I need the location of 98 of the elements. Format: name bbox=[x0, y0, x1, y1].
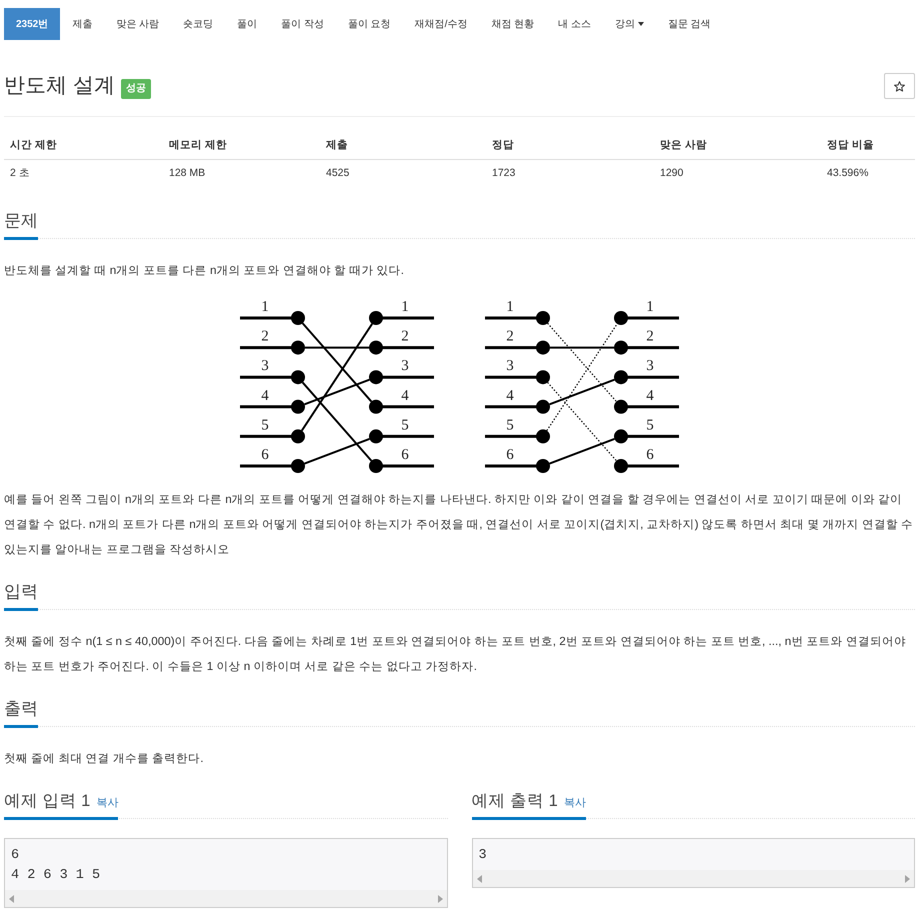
port-line bbox=[614, 459, 679, 473]
port-number: 5 bbox=[401, 417, 409, 434]
port-line bbox=[369, 429, 434, 444]
port-line bbox=[240, 340, 305, 355]
port-line bbox=[485, 340, 550, 355]
port-number: 1 bbox=[261, 299, 269, 315]
nav-tab[interactable]: 풀이 작성 bbox=[269, 8, 336, 40]
port-number: 2 bbox=[261, 328, 269, 345]
nav-tab[interactable]: 풀이 bbox=[225, 8, 270, 40]
port-line bbox=[240, 459, 305, 473]
port-line bbox=[614, 311, 679, 325]
scroll-right-icon[interactable] bbox=[438, 894, 442, 902]
problem-text: 첫째 줄에 최대 연결 개수를 출력한다. bbox=[4, 751, 204, 767]
port-number: 4 bbox=[506, 388, 514, 404]
table-header-cell: 메모리 제한 bbox=[163, 132, 320, 160]
copy-link[interactable]: 복사 bbox=[96, 795, 118, 810]
port-number: 1 bbox=[401, 299, 409, 315]
problem-text: 반도체를 설계할 때 n개의 포트를 다른 n개의 포트와 연결해야 할 때가 있다. bbox=[4, 263, 405, 279]
sample-heading: 예제 입력 1 bbox=[4, 791, 90, 812]
port-number: 3 bbox=[261, 358, 269, 374]
port-line bbox=[485, 429, 550, 444]
status-badge: 성공 bbox=[120, 79, 151, 99]
table-header-cell: 제출 bbox=[320, 132, 486, 160]
port-line bbox=[614, 400, 679, 414]
port-number: 1 bbox=[646, 299, 654, 315]
scroll-left-icon[interactable] bbox=[9, 894, 14, 902]
nav-tab[interactable]: 숏코딩 bbox=[171, 8, 226, 40]
problem-text: 예를 들어 왼쪽 그림이 n개의 포트와 다른 n개의 포트를 어떻게 연결해야 하는지를 나타낸다. 하지만 이와 같이 연결을 할 경우에는 연결선이 서로 꼬이기 때문에 이와 같이 연결할 수 없다. n개의 포트가 다른 n개의 포트와 어떻게 연결되어야 하는지가 주어졌을 때, 연결선이 서로 꼬이지(겹치지, 교차하지) 않도록 하면서 최대 몇 개까지 연결할 수 있는지를 알아내는 프로그램을 작성하시오 bbox=[4, 492, 914, 558]
port-number: 5 bbox=[506, 417, 514, 434]
port-line bbox=[240, 311, 305, 325]
port-line bbox=[614, 429, 679, 444]
table-cell: 4525 bbox=[320, 160, 486, 187]
port-line bbox=[240, 400, 305, 414]
nav-tab[interactable]: 풀이 요청 bbox=[336, 8, 403, 40]
wire-line bbox=[550, 346, 614, 349]
port-line bbox=[614, 370, 679, 384]
problem-text: 첫째 줄에 정수 n(1 ≤ n ≤ 40,000)이 주어진다. 다음 줄에는 차례로 1번 포트와 연결되어야 하는 포트 번호, 2번 포트와 연결되어야 하는 포트 번호, ..., n번 포트와 연결되어야 하는 포트 번호가 주어진다. 이 수들은 1 이상 n 이하이며 서로 같은 수는 없다고 가정하자. bbox=[4, 634, 907, 675]
table-header-cell: 시간 제한 bbox=[4, 132, 163, 160]
wire-line bbox=[549, 378, 615, 406]
table-cell: 128 MB bbox=[163, 160, 320, 187]
port-line bbox=[614, 340, 679, 355]
sample-heading: 예제 출력 1 bbox=[472, 791, 558, 812]
port-line bbox=[369, 311, 434, 325]
port-line bbox=[369, 400, 434, 414]
table-cell: 1723 bbox=[486, 160, 654, 187]
copy-link[interactable]: 복사 bbox=[564, 795, 586, 810]
wire-line bbox=[549, 438, 615, 464]
port-line bbox=[485, 400, 550, 414]
sample-data: 6 4 2 6 3 1 5 bbox=[10, 847, 102, 885]
section-heading: 출력 bbox=[4, 697, 38, 728]
port-number: 4 bbox=[401, 388, 409, 404]
port-line bbox=[485, 311, 550, 325]
table-cell: 2 초 bbox=[4, 160, 163, 187]
section-heading: 입력 bbox=[4, 580, 38, 611]
nav-tab[interactable]: 질문 검색 bbox=[656, 8, 723, 40]
port-line bbox=[485, 459, 550, 473]
table-cell: 1290 bbox=[654, 160, 821, 187]
nav-tab[interactable]: 재채점/수정 bbox=[402, 8, 480, 40]
horizontal-scrollbar[interactable] bbox=[5, 890, 446, 907]
table-header-cell: 맞은 사람 bbox=[654, 132, 821, 160]
star-button[interactable] bbox=[884, 73, 915, 99]
port-number: 5 bbox=[261, 417, 269, 434]
port-number: 6 bbox=[646, 447, 654, 463]
scroll-right-icon[interactable] bbox=[905, 874, 910, 882]
nav-tab[interactable]: 맞은 사람 bbox=[104, 8, 172, 40]
scroll-left-icon[interactable] bbox=[476, 874, 482, 882]
port-line bbox=[240, 370, 305, 384]
problem-title: 반도체 설계 bbox=[4, 73, 115, 99]
port-number: 3 bbox=[401, 358, 409, 374]
nav-tab[interactable]: 2352번 bbox=[4, 8, 60, 40]
port-number: 2 bbox=[401, 328, 409, 345]
port-number: 4 bbox=[261, 388, 269, 404]
port-number: 6 bbox=[401, 447, 409, 463]
port-number: 2 bbox=[646, 328, 654, 345]
nav-tab[interactable]: 채점 현황 bbox=[479, 8, 546, 40]
port-number: 3 bbox=[506, 358, 514, 374]
port-line bbox=[369, 459, 434, 473]
port-line bbox=[485, 370, 550, 384]
table-header-cell: 정답 bbox=[486, 132, 654, 160]
port-number: 6 bbox=[261, 447, 269, 463]
port-number: 4 bbox=[646, 388, 654, 404]
port-number: 6 bbox=[506, 447, 514, 463]
port-line bbox=[369, 340, 434, 355]
port-number: 5 bbox=[646, 417, 654, 434]
horizontal-scrollbar[interactable] bbox=[472, 870, 914, 887]
nav-tab[interactable]: 제출 bbox=[60, 8, 104, 40]
sample-data: 3 bbox=[478, 847, 488, 865]
nav-tab[interactable]: 강의 bbox=[602, 8, 656, 40]
table-cell: 43.596% bbox=[821, 160, 915, 187]
table-header-cell: 정답 비율 bbox=[821, 132, 915, 160]
port-line bbox=[240, 429, 305, 444]
star-icon bbox=[894, 80, 905, 92]
port-number: 1 bbox=[506, 299, 514, 315]
port-number: 3 bbox=[646, 358, 654, 374]
section-heading: 문제 bbox=[4, 209, 38, 240]
nav-tab[interactable]: 내 소스 bbox=[546, 8, 603, 40]
port-line bbox=[369, 370, 434, 384]
port-number: 2 bbox=[506, 328, 514, 345]
